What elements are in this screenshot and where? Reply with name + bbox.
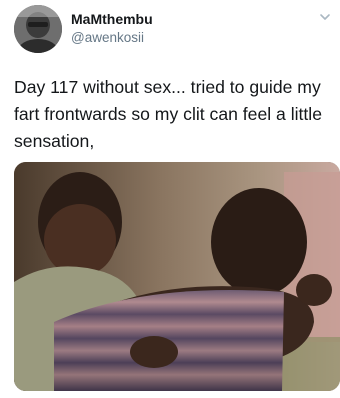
tweet-photo[interactable] [14, 162, 340, 391]
tweet-card: MaMthembu @awenkosii Day 117 without sex… [0, 0, 340, 398]
profile-photo-icon [14, 5, 62, 53]
chevron-down-icon[interactable] [318, 12, 332, 22]
author-avatar[interactable] [14, 5, 62, 53]
tweet-text: Day 117 without sex... tried to guide my… [14, 77, 323, 151]
photo-image [14, 162, 340, 391]
author-handle[interactable]: @awenkosii [71, 30, 144, 45]
author-display-name[interactable]: MaMthembu [71, 11, 153, 27]
